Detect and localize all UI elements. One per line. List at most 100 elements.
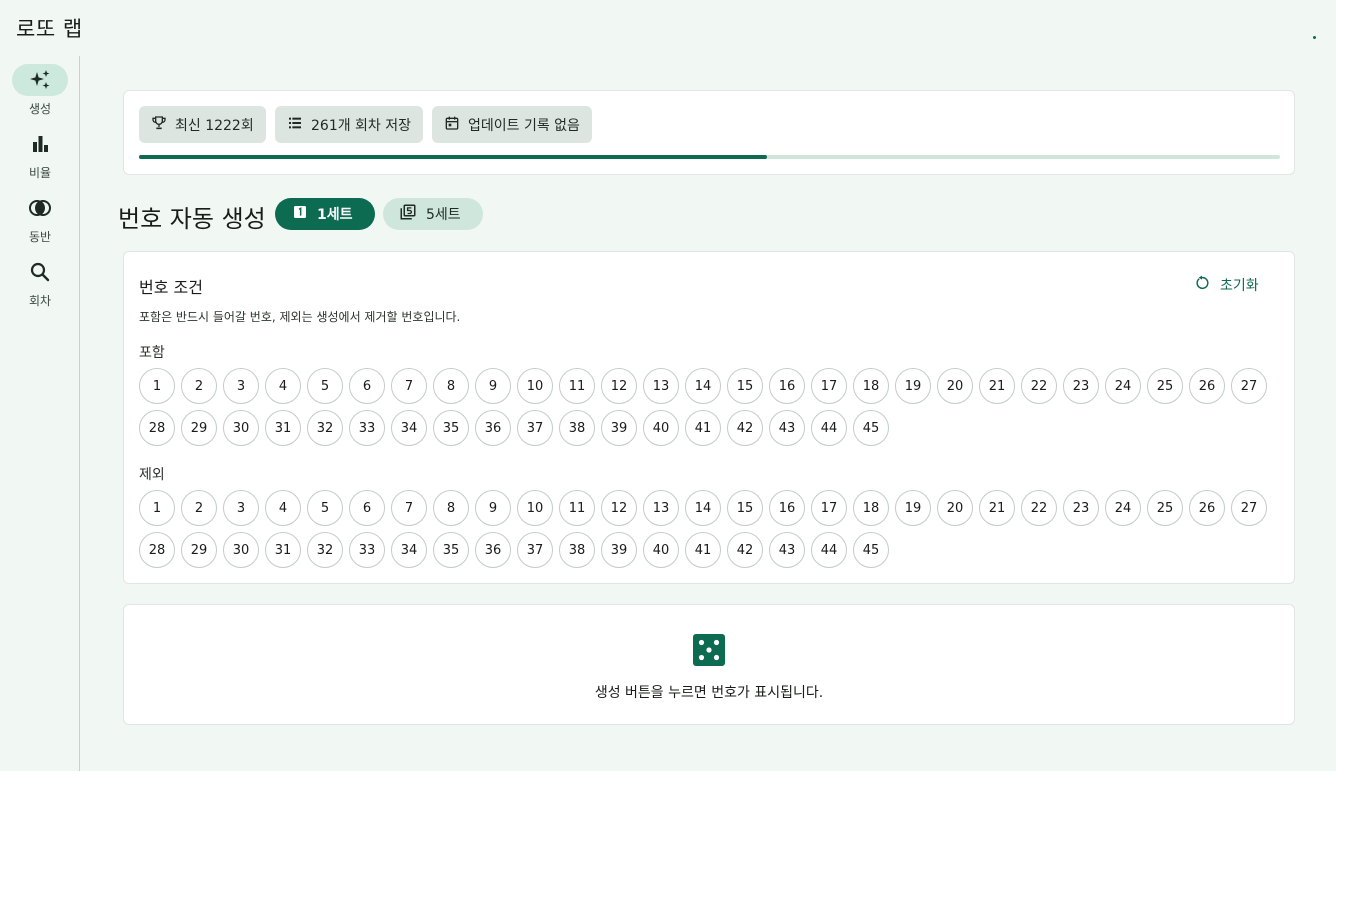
include-number-3[interactable]: 3	[223, 368, 259, 404]
include-number-33[interactable]: 33	[349, 410, 385, 446]
exclude-number-8[interactable]: 8	[433, 490, 469, 526]
exclude-number-17[interactable]: 17	[811, 490, 847, 526]
include-number-20[interactable]: 20	[937, 368, 973, 404]
exclude-number-12[interactable]: 12	[601, 490, 637, 526]
exclude-number-24[interactable]: 24	[1105, 490, 1141, 526]
exclude-number-14[interactable]: 14	[685, 490, 721, 526]
exclude-number-38[interactable]: 38	[559, 532, 595, 568]
exclude-number-29[interactable]: 29	[181, 532, 217, 568]
include-number-6[interactable]: 6	[349, 368, 385, 404]
include-number-42[interactable]: 42	[727, 410, 763, 446]
include-number-36[interactable]: 36	[475, 410, 511, 446]
exclude-number-37[interactable]: 37	[517, 532, 553, 568]
include-number-29[interactable]: 29	[181, 410, 217, 446]
include-number-40[interactable]: 40	[643, 410, 679, 446]
include-number-39[interactable]: 39	[601, 410, 637, 446]
include-number-28[interactable]: 28	[139, 410, 175, 446]
include-number-25[interactable]: 25	[1147, 368, 1183, 404]
exclude-number-11[interactable]: 11	[559, 490, 595, 526]
exclude-number-21[interactable]: 21	[979, 490, 1015, 526]
include-number-8[interactable]: 8	[433, 368, 469, 404]
exclude-number-3[interactable]: 3	[223, 490, 259, 526]
exclude-number-5[interactable]: 5	[307, 490, 343, 526]
exclude-number-7[interactable]: 7	[391, 490, 427, 526]
include-number-34[interactable]: 34	[391, 410, 427, 446]
generate-one-set-button[interactable]: 1세트	[275, 198, 375, 230]
include-number-4[interactable]: 4	[265, 368, 301, 404]
exclude-number-16[interactable]: 16	[769, 490, 805, 526]
exclude-number-6[interactable]: 6	[349, 490, 385, 526]
exclude-number-35[interactable]: 35	[433, 532, 469, 568]
include-number-37[interactable]: 37	[517, 410, 553, 446]
include-number-7[interactable]: 7	[391, 368, 427, 404]
exclude-number-23[interactable]: 23	[1063, 490, 1099, 526]
exclude-number-33[interactable]: 33	[349, 532, 385, 568]
reset-button[interactable]: 초기화	[1194, 272, 1259, 298]
rail-item-companion[interactable]: 동반	[0, 192, 80, 252]
exclude-number-39[interactable]: 39	[601, 532, 637, 568]
include-number-23[interactable]: 23	[1063, 368, 1099, 404]
include-number-24[interactable]: 24	[1105, 368, 1141, 404]
rail-item-rounds[interactable]: 회차	[0, 256, 80, 316]
include-number-22[interactable]: 22	[1021, 368, 1057, 404]
exclude-number-30[interactable]: 30	[223, 532, 259, 568]
include-number-32[interactable]: 32	[307, 410, 343, 446]
include-number-31[interactable]: 31	[265, 410, 301, 446]
include-number-13[interactable]: 13	[643, 368, 679, 404]
latest-round-chip[interactable]: 최신 1222회	[139, 106, 266, 143]
exclude-number-31[interactable]: 31	[265, 532, 301, 568]
include-number-14[interactable]: 14	[685, 368, 721, 404]
exclude-number-2[interactable]: 2	[181, 490, 217, 526]
rail-item-ratio[interactable]: 비율	[0, 128, 80, 188]
exclude-number-45[interactable]: 45	[853, 532, 889, 568]
include-number-15[interactable]: 15	[727, 368, 763, 404]
exclude-number-1[interactable]: 1	[139, 490, 175, 526]
exclude-number-15[interactable]: 15	[727, 490, 763, 526]
rail-item-generate[interactable]: 생성	[0, 64, 80, 124]
include-number-41[interactable]: 41	[685, 410, 721, 446]
exclude-number-20[interactable]: 20	[937, 490, 973, 526]
include-number-45[interactable]: 45	[853, 410, 889, 446]
exclude-number-18[interactable]: 18	[853, 490, 889, 526]
exclude-number-44[interactable]: 44	[811, 532, 847, 568]
exclude-number-4[interactable]: 4	[265, 490, 301, 526]
include-number-21[interactable]: 21	[979, 368, 1015, 404]
include-number-38[interactable]: 38	[559, 410, 595, 446]
include-number-2[interactable]: 2	[181, 368, 217, 404]
exclude-number-9[interactable]: 9	[475, 490, 511, 526]
exclude-number-13[interactable]: 13	[643, 490, 679, 526]
include-number-9[interactable]: 9	[475, 368, 511, 404]
exclude-number-19[interactable]: 19	[895, 490, 931, 526]
include-number-12[interactable]: 12	[601, 368, 637, 404]
include-number-1[interactable]: 1	[139, 368, 175, 404]
exclude-number-40[interactable]: 40	[643, 532, 679, 568]
include-number-5[interactable]: 5	[307, 368, 343, 404]
include-number-18[interactable]: 18	[853, 368, 889, 404]
include-number-16[interactable]: 16	[769, 368, 805, 404]
include-number-26[interactable]: 26	[1189, 368, 1225, 404]
exclude-number-43[interactable]: 43	[769, 532, 805, 568]
exclude-number-28[interactable]: 28	[139, 532, 175, 568]
include-number-17[interactable]: 17	[811, 368, 847, 404]
include-number-43[interactable]: 43	[769, 410, 805, 446]
include-number-10[interactable]: 10	[517, 368, 553, 404]
update-history-chip[interactable]: 업데이트 기록 없음	[432, 106, 592, 143]
exclude-number-41[interactable]: 41	[685, 532, 721, 568]
saved-rounds-chip[interactable]: 261개 회차 저장	[275, 106, 424, 143]
exclude-number-36[interactable]: 36	[475, 532, 511, 568]
exclude-number-10[interactable]: 10	[517, 490, 553, 526]
exclude-number-26[interactable]: 26	[1189, 490, 1225, 526]
generate-five-sets-button[interactable]: 5세트	[383, 198, 483, 230]
exclude-number-34[interactable]: 34	[391, 532, 427, 568]
include-number-19[interactable]: 19	[895, 368, 931, 404]
exclude-number-27[interactable]: 27	[1231, 490, 1267, 526]
exclude-number-22[interactable]: 22	[1021, 490, 1057, 526]
include-number-35[interactable]: 35	[433, 410, 469, 446]
exclude-number-25[interactable]: 25	[1147, 490, 1183, 526]
include-number-11[interactable]: 11	[559, 368, 595, 404]
exclude-number-32[interactable]: 32	[307, 532, 343, 568]
include-number-44[interactable]: 44	[811, 410, 847, 446]
include-number-27[interactable]: 27	[1231, 368, 1267, 404]
exclude-number-42[interactable]: 42	[727, 532, 763, 568]
include-number-30[interactable]: 30	[223, 410, 259, 446]
